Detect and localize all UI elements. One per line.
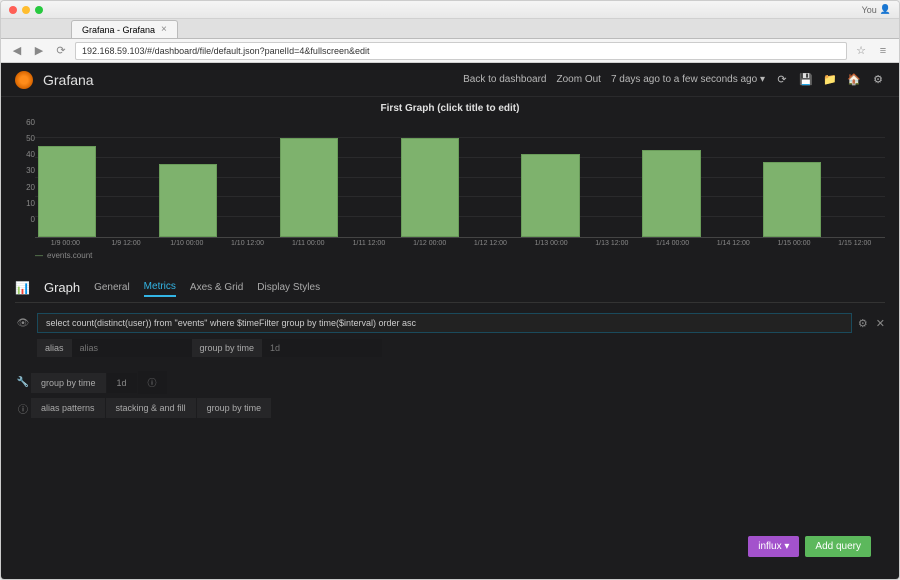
x-tick: 1/13 00:00: [521, 240, 582, 247]
back-to-dashboard-link[interactable]: Back to dashboard: [463, 74, 546, 85]
zoom-out-link[interactable]: Zoom Out: [557, 74, 601, 85]
panel-title[interactable]: First Graph (click title to edit): [15, 103, 885, 114]
cfg-group-by-time[interactable]: group by time: [197, 398, 273, 418]
home-icon[interactable]: 🏠: [847, 73, 861, 87]
cfg-groupby-label[interactable]: group by time: [31, 373, 107, 393]
refresh-icon[interactable]: ⟳: [775, 73, 789, 87]
browser-tab[interactable]: Grafana - Grafana ×: [71, 20, 178, 38]
x-tick: 1/11 00:00: [278, 240, 339, 247]
bar[interactable]: [642, 118, 700, 237]
app-header: Grafana Back to dashboard Zoom Out 7 day…: [1, 63, 899, 97]
browser-window: You👤 Grafana - Grafana × ◀ ▶ ⟳ 192.168.5…: [0, 0, 900, 580]
x-tick: 1/14 12:00: [703, 240, 764, 247]
cfg-groupby-value[interactable]: 1d: [107, 373, 138, 393]
close-window-icon[interactable]: [9, 6, 17, 14]
bar[interactable]: [38, 118, 96, 237]
bar[interactable]: [280, 118, 338, 237]
config-row-2: ⓘ alias patterns stacking & and fill gro…: [15, 398, 885, 418]
bar[interactable]: [159, 118, 217, 237]
plot-area: [35, 118, 885, 238]
legend: —events.count: [15, 251, 885, 260]
x-tick: 1/12 00:00: [399, 240, 460, 247]
datasource-button[interactable]: influx ▾: [748, 536, 799, 557]
menu-icon[interactable]: ≡: [875, 43, 891, 59]
wrench-icon: 🔧: [15, 377, 31, 388]
add-query-button[interactable]: Add query: [805, 536, 871, 557]
cfg-alias-patterns[interactable]: alias patterns: [31, 398, 106, 418]
tab-general[interactable]: General: [94, 279, 130, 296]
x-tick: 1/15 00:00: [764, 240, 825, 247]
x-tick: 1/15 12:00: [824, 240, 885, 247]
bar[interactable]: [521, 118, 579, 237]
editor-title: Graph: [44, 280, 80, 295]
bar[interactable]: [401, 118, 459, 237]
x-tick: 1/12 12:00: [460, 240, 521, 247]
tab-metrics[interactable]: Metrics: [144, 278, 176, 297]
close-tab-icon[interactable]: ×: [161, 24, 167, 35]
info-icon[interactable]: ⓘ: [138, 371, 168, 394]
maximize-window-icon[interactable]: [35, 6, 43, 14]
editor-footer: influx ▾ Add query: [15, 522, 885, 571]
save-icon[interactable]: 💾: [799, 73, 813, 87]
profile-icon[interactable]: 👤: [880, 4, 891, 15]
eye-icon[interactable]: 👁: [15, 318, 31, 329]
bar[interactable]: [219, 118, 277, 237]
bar[interactable]: [582, 118, 640, 237]
legend-item: events.count: [47, 251, 92, 260]
tab-strip: Grafana - Grafana ×: [1, 19, 899, 39]
groupby-input[interactable]: [262, 339, 382, 357]
graph-type-icon: 📊: [15, 281, 30, 295]
address-bar: ◀ ▶ ⟳ 192.168.59.103/#/dashboard/file/de…: [1, 39, 899, 63]
config-row-1: 🔧 group by time 1d ⓘ: [15, 371, 885, 394]
profile-label: You: [862, 5, 877, 15]
query-settings-icon[interactable]: ⚙: [858, 317, 868, 330]
chevron-down-icon: ▾: [760, 74, 765, 85]
query-row: 👁 select count(distinct(user)) from "eve…: [15, 313, 885, 333]
app-content: Grafana Back to dashboard Zoom Out 7 day…: [1, 63, 899, 579]
panel-editor: 📊 Graph General Metrics Axes & Grid Disp…: [1, 270, 899, 579]
x-tick: 1/10 00:00: [156, 240, 217, 247]
tab-axes-grid[interactable]: Axes & Grid: [190, 279, 243, 296]
query-sub-row: alias group by time: [37, 339, 885, 357]
bar[interactable]: [763, 118, 821, 237]
x-tick: 1/9 00:00: [35, 240, 96, 247]
reload-icon[interactable]: ⟳: [53, 43, 69, 59]
bar[interactable]: [461, 118, 519, 237]
window-titlebar: You👤: [1, 1, 899, 19]
bar[interactable]: [340, 118, 398, 237]
tab-display-styles[interactable]: Display Styles: [257, 279, 320, 296]
query-input[interactable]: select count(distinct(user)) from "event…: [37, 313, 852, 333]
grafana-logo-icon[interactable]: [15, 71, 33, 89]
cfg-stacking-fill[interactable]: stacking & and fill: [106, 398, 197, 418]
info-row-icon: ⓘ: [15, 401, 31, 416]
bar[interactable]: [823, 118, 881, 237]
minimize-window-icon[interactable]: [22, 6, 30, 14]
time-range-picker[interactable]: 7 days ago to a few seconds ago ▾: [611, 74, 765, 85]
query-remove-icon[interactable]: ✕: [876, 317, 885, 330]
bar[interactable]: [98, 118, 156, 237]
chart: 6050403020100: [15, 118, 885, 238]
back-icon[interactable]: ◀: [9, 43, 25, 59]
x-tick: 1/10 12:00: [217, 240, 278, 247]
x-tick: 1/11 12:00: [339, 240, 400, 247]
alias-input[interactable]: [72, 339, 192, 357]
groupby-label: group by time: [192, 339, 263, 357]
x-tick: 1/13 12:00: [581, 240, 642, 247]
tab-title: Grafana - Grafana: [82, 25, 155, 35]
alias-label: alias: [37, 339, 72, 357]
graph-panel: First Graph (click title to edit) 605040…: [1, 97, 899, 270]
x-tick: 1/14 00:00: [642, 240, 703, 247]
url-input[interactable]: 192.168.59.103/#/dashboard/file/default.…: [75, 42, 847, 60]
brand-name: Grafana: [43, 72, 94, 88]
bookmark-icon[interactable]: ☆: [853, 43, 869, 59]
settings-icon[interactable]: ⚙: [871, 73, 885, 87]
y-axis: 6050403020100: [15, 118, 35, 238]
bar[interactable]: [703, 118, 761, 237]
x-axis: 1/9 00:001/9 12:001/10 00:001/10 12:001/…: [15, 240, 885, 247]
x-tick: 1/9 12:00: [96, 240, 157, 247]
editor-tabs: 📊 Graph General Metrics Axes & Grid Disp…: [15, 278, 885, 303]
folder-icon[interactable]: 📁: [823, 73, 837, 87]
forward-icon[interactable]: ▶: [31, 43, 47, 59]
